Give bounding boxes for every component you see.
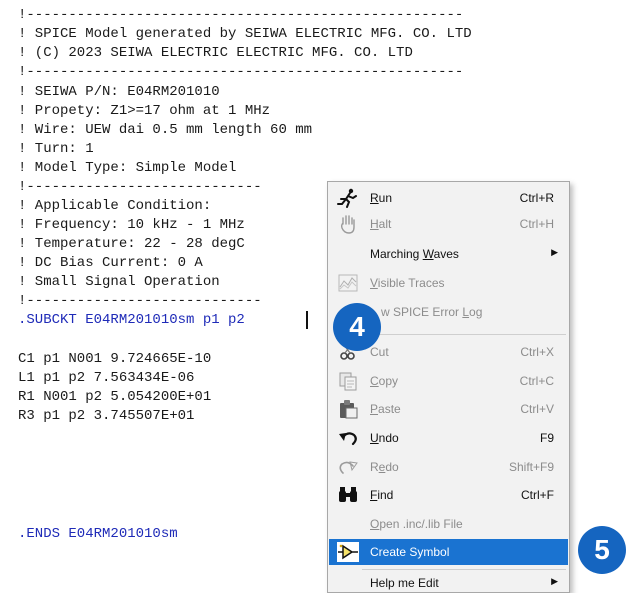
menu-item-undo[interactable]: Undo F9 — [329, 425, 568, 451]
shortcut: Shift+F9 — [508, 460, 554, 474]
menu-item-run[interactable]: Run Ctrl+R — [329, 185, 568, 211]
shortcut: Ctrl+R — [519, 191, 554, 205]
code-line: ! Model Type: Simple Model — [18, 160, 237, 176]
menu-item-find[interactable]: Find Ctrl+F — [329, 482, 568, 508]
code-line: ! Temperature: 22 - 28 degC — [18, 236, 245, 252]
shortcut: Ctrl+V — [520, 402, 554, 416]
text-caret — [306, 311, 308, 329]
code-line: ! Propety: Z1>=17 ohm at 1 MHz — [18, 103, 271, 119]
code-line: ! SPICE Model generated by SEIWA ELECTRI… — [18, 26, 472, 42]
menu-item-copy[interactable]: Copy Ctrl+C — [329, 368, 568, 394]
step-5-badge: 5 — [578, 526, 626, 574]
subckt-line: .SUBCKT E04RM201010sm p1 p2 — [18, 312, 245, 328]
undo-icon — [337, 428, 359, 448]
code-line: R3 p1 p2 3.745507E+01 — [18, 408, 195, 424]
code-line: ! Applicable Condition: — [18, 198, 212, 214]
menu-item-redo[interactable]: Redo Shift+F9 — [329, 454, 568, 480]
menu-item-paste[interactable]: Paste Ctrl+V — [329, 396, 568, 422]
menu-separator — [362, 334, 566, 335]
paste-icon — [337, 399, 359, 419]
menu-item-create-symbol[interactable]: Create Symbol — [329, 539, 568, 565]
shortcut: F9 — [539, 431, 554, 445]
code-line: ! SEIWA P/N: E04RM201010 — [18, 84, 220, 100]
visible-traces-icon — [337, 273, 359, 293]
shortcut: Ctrl+C — [519, 374, 554, 388]
code-line: ! Turn: 1 — [18, 141, 94, 157]
submenu-arrow-icon: ▶ — [551, 576, 558, 586]
create-symbol-icon — [337, 542, 359, 562]
code-line: ! DC Bias Current: 0 A — [18, 255, 203, 271]
context-menu: Run Ctrl+R Halt Ctrl+H Marching Waves ▶ … — [327, 181, 570, 593]
menu-item-help-me-edit[interactable]: Help me Edit ▶ — [329, 570, 568, 592]
redo-icon — [337, 457, 359, 477]
code-line: !---------------------------------------… — [18, 7, 464, 23]
code-line: ! (C) 2023 SEIWA ELECTRIC ELECTRIC MFG. … — [18, 45, 413, 61]
copy-icon — [337, 371, 359, 391]
code-line: ! Small Signal Operation — [18, 274, 220, 290]
step-4-number: 4 — [349, 311, 365, 342]
menu-item-halt[interactable]: Halt Ctrl+H — [329, 211, 568, 237]
ends-line: .ENDS E04RM201010sm — [18, 526, 178, 542]
shortcut: Ctrl+H — [519, 217, 554, 231]
code-line: !---------------------------- — [18, 293, 262, 309]
code-line: !---------------------------------------… — [18, 64, 464, 80]
step-5-number: 5 — [594, 534, 610, 565]
step-4-badge: 4 — [333, 303, 381, 351]
code-line: C1 p1 N001 9.724665E-10 — [18, 351, 212, 367]
code-line: ! Frequency: 10 kHz - 1 MHz — [18, 217, 245, 233]
shortcut: Ctrl+F — [521, 488, 554, 502]
code-line: !---------------------------- — [18, 179, 262, 195]
menu-item-visible-traces[interactable]: Visible Traces — [329, 270, 568, 296]
find-binoculars-icon — [337, 485, 359, 505]
code-line: R1 N001 p2 5.054200E+01 — [18, 389, 212, 405]
menu-item-marching-waves[interactable]: Marching Waves ▶ — [329, 241, 568, 267]
code-line: L1 p1 p2 7.563434E-06 — [18, 370, 195, 386]
submenu-arrow-icon: ▶ — [551, 247, 558, 257]
halt-hand-icon — [337, 214, 359, 234]
menu-item-open-inc-lib-file[interactable]: Open .inc/.lib File — [329, 511, 568, 537]
shortcut: Ctrl+X — [520, 345, 554, 359]
run-icon — [337, 188, 359, 208]
code-line: ! Wire: UEW dai 0.5 mm length 60 mm — [18, 122, 313, 138]
